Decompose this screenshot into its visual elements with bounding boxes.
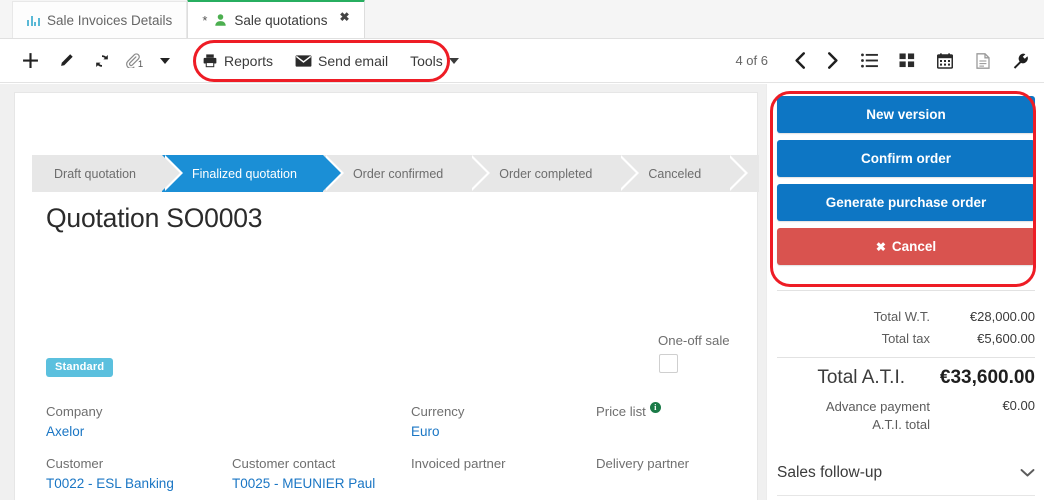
tab-bar: Sale Invoices Details * Sale quotations … (0, 0, 1044, 39)
field-label: Currency (411, 404, 465, 419)
calendar-view-icon[interactable] (926, 45, 964, 77)
total-tax-label: Total tax (881, 331, 930, 346)
send-email-button[interactable]: Send email (295, 53, 388, 69)
refresh-icon[interactable] (84, 46, 120, 76)
total-ati-row: Total A.T.I. €33,600.00 (777, 357, 1035, 389)
field-invoiced-partner: Invoiced partner (411, 456, 506, 476)
modified-indicator: * (202, 12, 208, 28)
sales-followup-section[interactable]: Sales follow-up (777, 464, 1035, 496)
axelor-erp-window: Sale Invoices Details * Sale quotations … (0, 0, 1044, 500)
list-view-icon[interactable] (850, 45, 888, 77)
totals-panel: Total W.T. €28,000.00 Total tax €5,600.0… (777, 290, 1035, 440)
settings-wrench-icon[interactable] (1002, 45, 1040, 77)
confirm-order-button[interactable]: Confirm order (777, 140, 1035, 177)
new-record-icon[interactable] (12, 46, 48, 76)
attachment-count: 1 (137, 59, 144, 70)
chevron-down-icon[interactable] (1020, 465, 1035, 482)
total-tax-row: Total tax €5,600.00 (777, 331, 1035, 346)
tab-label: Sale Invoices Details (47, 12, 173, 28)
person-icon (215, 14, 227, 26)
cancel-button[interactable]: ✖ Cancel (777, 228, 1035, 265)
button-label: Generate purchase order (825, 195, 987, 210)
attachment-icon[interactable]: 1 (120, 46, 150, 76)
record-body: Draft quotation Finalized quotation Orde… (0, 84, 1044, 500)
send-email-label: Send email (318, 52, 389, 69)
reports-button[interactable]: Reports (202, 53, 273, 69)
field-label: Company (46, 404, 103, 419)
advance-payment-label: Advance payment A.T.I. total (826, 398, 930, 433)
record-pager: 4 of 6 (735, 53, 768, 68)
grid-view-icon[interactable] (888, 45, 926, 77)
info-icon[interactable]: i (649, 402, 661, 413)
generate-purchase-order-button[interactable]: Generate purchase order (777, 184, 1035, 221)
record-toolbar: 1 Reports Send email Tools 4 of 6 (0, 39, 1044, 83)
new-version-button[interactable]: New version (777, 96, 1035, 133)
total-ati-label: Total A.T.I. (817, 367, 905, 388)
totals-divider (777, 290, 1035, 291)
field-currency: Currency Euro (411, 404, 465, 439)
previous-record-button[interactable] (782, 45, 816, 77)
sales-followup-title: Sales follow-up (777, 464, 883, 481)
total-wt-value: €28,000.00 (969, 309, 1035, 324)
more-actions-caret-icon[interactable] (150, 46, 180, 76)
close-icon[interactable]: ✖ (339, 10, 349, 24)
edit-pencil-icon[interactable] (48, 46, 84, 76)
toolbar-left-group: 1 Reports Send email Tools (0, 46, 459, 76)
x-icon: ✖ (875, 239, 886, 254)
envelope-icon (295, 54, 312, 67)
field-customer: Customer T0022 - ESL Banking (46, 456, 174, 491)
advance-payment-value: €0.00 (1002, 398, 1035, 413)
field-label: Price list i (596, 402, 661, 419)
total-wt-label: Total W.T. (873, 309, 930, 324)
button-label: Cancel (891, 239, 937, 254)
currency-value[interactable]: Euro (411, 424, 465, 439)
tab-sale-quotations[interactable]: * Sale quotations ✖ (187, 0, 365, 38)
advance-label-line2: A.T.I. total (872, 416, 930, 432)
field-one-off-sale: One-off sale (658, 333, 730, 373)
field-company: Company Axelor (46, 404, 102, 439)
quotation-form: One-off sale Company Axelor Currency Eur… (15, 93, 759, 500)
company-value[interactable]: Axelor (46, 424, 102, 439)
total-wt-row: Total W.T. €28,000.00 (777, 309, 1035, 324)
field-label: Customer (46, 456, 104, 471)
caret-down-icon (448, 57, 459, 64)
advance-payment-row: Advance payment A.T.I. total €0.00 (777, 398, 1035, 433)
field-label: One-off sale (658, 333, 730, 348)
customer-value[interactable]: T0022 - ESL Banking (46, 476, 174, 491)
field-delivery-partner: Delivery partner (596, 456, 689, 476)
customer-contact-value[interactable]: T0025 - MEUNIER Paul (232, 476, 375, 491)
field-price-list: Price list i (596, 402, 661, 424)
field-customer-contact: Customer contact T0025 - MEUNIER Paul (232, 456, 375, 491)
field-label: Invoiced partner (411, 456, 506, 471)
action-buttons: New version Confirm order Generate purch… (777, 96, 1035, 272)
total-tax-value: €5,600.00 (977, 331, 1035, 346)
next-record-button[interactable] (816, 45, 850, 77)
button-label: Confirm order (860, 151, 951, 166)
field-label: Delivery partner (596, 456, 690, 471)
bar-chart-icon (27, 14, 40, 26)
side-panel: New version Confirm order Generate purch… (766, 84, 1044, 500)
toolbar-right-group: 4 of 6 (735, 45, 1044, 77)
record-form-card: Draft quotation Finalized quotation Orde… (14, 92, 759, 500)
total-ati-value: €33,600.00 (939, 367, 1035, 388)
field-label: Customer contact (232, 456, 336, 471)
tools-menu[interactable]: Tools (410, 53, 459, 69)
tab-label: Sale quotations (234, 12, 328, 28)
printer-icon (203, 54, 217, 68)
button-label: New version (866, 107, 946, 122)
tab-sale-invoices-details[interactable]: Sale Invoices Details (12, 1, 188, 38)
form-view-icon[interactable] (964, 45, 1002, 77)
one-off-sale-checkbox[interactable] (659, 354, 678, 373)
price-list-label: Price list (596, 404, 646, 419)
reports-label: Reports (224, 52, 274, 69)
advance-label-line1: Advance payment (825, 399, 930, 414)
toolbar-action-group: Reports Send email Tools (202, 53, 459, 69)
tools-label: Tools (410, 52, 443, 69)
